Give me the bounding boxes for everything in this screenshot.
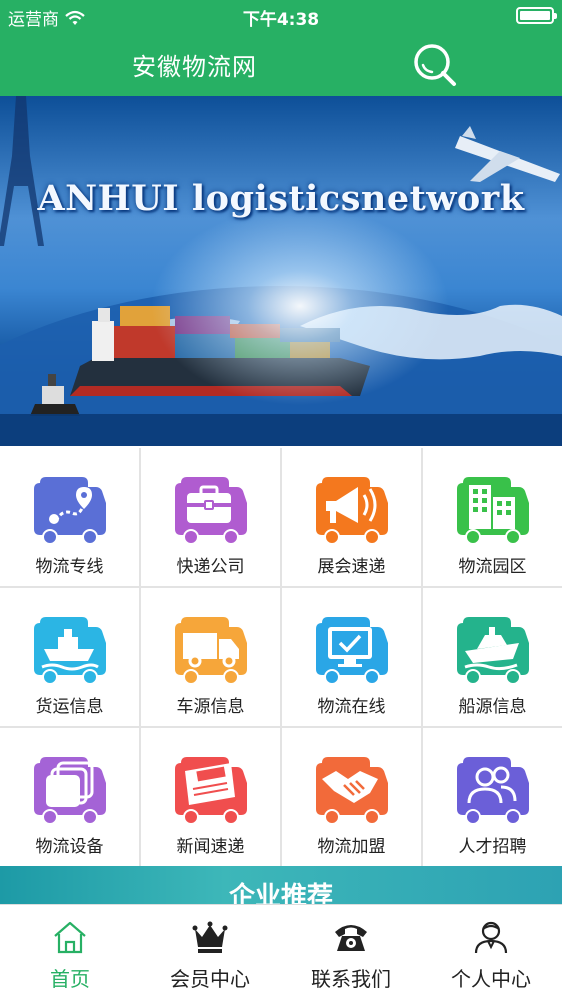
grid-item-exhibition[interactable]: 展会速递 <box>282 448 421 586</box>
grid-item-equipment[interactable]: 物流设备 <box>0 728 139 866</box>
buildings-icon <box>457 477 529 545</box>
monitor-check-icon <box>316 617 388 685</box>
grid-item-label: 物流在线 <box>317 697 386 717</box>
grid-item-logistics-line[interactable]: 物流专线 <box>0 448 139 586</box>
status-bar: 运营商 下午4:38 <box>0 0 562 32</box>
tab-bar: 首页 会员中心 联系我们 个人中心 <box>0 904 562 1000</box>
banner-glow <box>150 206 450 406</box>
banner-title: ANHUI logisticsnetwork <box>37 178 525 219</box>
handshake-icon <box>316 757 388 825</box>
tab-contact-us[interactable]: 联系我们 <box>281 905 421 1001</box>
recommend-title: 企业推荐 <box>228 882 333 904</box>
tab-label: 会员中心 <box>170 967 250 991</box>
grid-item-recruitment[interactable]: 人才招聘 <box>423 728 562 866</box>
grid-item-label: 展会速递 <box>317 557 386 577</box>
ship-icon <box>457 617 529 685</box>
search-icon[interactable] <box>412 42 458 88</box>
tab-label: 个人中心 <box>451 967 531 991</box>
megaphone-icon <box>316 477 388 545</box>
cargo-ship-icon <box>34 617 106 685</box>
truck-icon <box>175 617 247 685</box>
grid-item-label: 船源信息 <box>458 697 527 717</box>
crown-icon <box>192 921 228 953</box>
user-icon <box>474 921 508 954</box>
grid-item-label: 物流园区 <box>458 557 527 577</box>
grid-item-news[interactable]: 新闻速递 <box>141 728 280 866</box>
grid-item-logistics-online[interactable]: 物流在线 <box>282 588 421 726</box>
people-icon <box>457 757 529 825</box>
grid-item-express[interactable]: 快递公司 <box>141 448 280 586</box>
tab-personal-center[interactable]: 个人中心 <box>421 905 561 1001</box>
grid-item-label: 车源信息 <box>176 697 245 717</box>
grid-item-vehicle-info[interactable]: 车源信息 <box>141 588 280 726</box>
telephone-icon <box>335 925 367 951</box>
grid-item-ship-info[interactable]: 船源信息 <box>423 588 562 726</box>
grid-item-label: 快递公司 <box>176 557 245 577</box>
tab-label: 首页 <box>50 967 90 991</box>
tab-home[interactable]: 首页 <box>0 905 140 1001</box>
home-icon <box>54 921 86 954</box>
app-header: 安徽物流网 <box>0 32 562 96</box>
grid-item-label: 物流专线 <box>35 557 104 577</box>
grid-item-franchise[interactable]: 物流加盟 <box>282 728 421 866</box>
grid-item-logistics-park[interactable]: 物流园区 <box>423 448 562 586</box>
battery-icon <box>516 7 557 24</box>
grid-item-label: 人才招聘 <box>458 837 527 857</box>
layers-icon <box>34 757 106 825</box>
grid-item-label: 货运信息 <box>35 697 104 717</box>
tab-label: 联系我们 <box>311 967 391 991</box>
briefcase-icon <box>175 477 247 545</box>
app-title: 安徽物流网 <box>132 53 257 81</box>
newspaper-icon <box>175 757 247 825</box>
grid-item-freight-info[interactable]: 货运信息 <box>0 588 139 726</box>
banner[interactable]: ANHUI logisticsnetwork <box>0 96 562 446</box>
tab-member-center[interactable]: 会员中心 <box>140 905 280 1001</box>
grid-item-label: 新闻速递 <box>176 837 245 857</box>
airplane <box>455 126 560 182</box>
route-map-icon <box>34 477 106 545</box>
grid-item-label: 物流加盟 <box>317 837 386 857</box>
grid-item-label: 物流设备 <box>35 837 104 857</box>
status-time: 下午4:38 <box>242 10 320 30</box>
recommend-section: 企业推荐 <box>0 866 562 904</box>
service-grid: 物流专线 快递公司 展会速递 物流园区 货运信息 车源信息 物流在线 船源信息 … <box>0 448 562 866</box>
